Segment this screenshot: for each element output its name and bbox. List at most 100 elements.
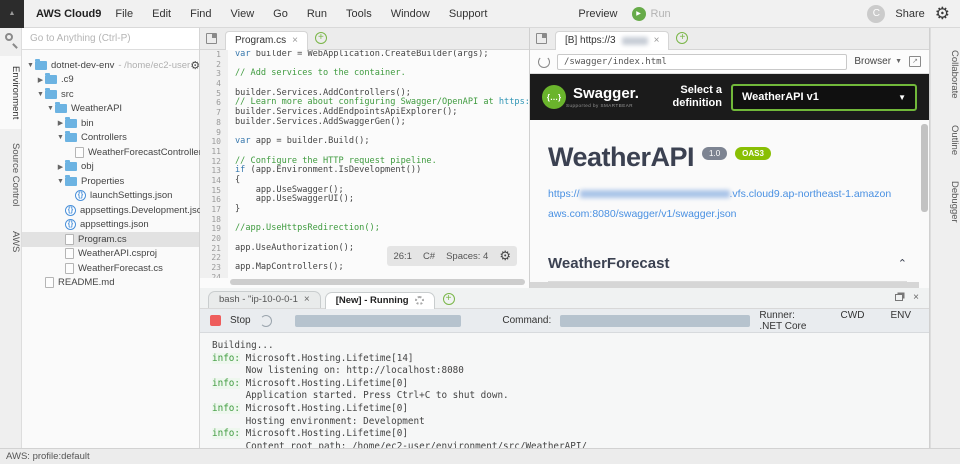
rail-tab-environment[interactable]: Environment xyxy=(0,56,21,130)
app-title[interactable]: AWS Cloud9 xyxy=(36,8,101,20)
aws-profile-status[interactable]: AWS: profile:default xyxy=(6,451,90,462)
settings-gear-icon[interactable]: ⚙ xyxy=(935,5,950,22)
reload-icon[interactable] xyxy=(538,55,550,68)
run-button[interactable]: ▶ Run xyxy=(631,6,671,21)
menu-tools[interactable]: Tools xyxy=(346,8,372,20)
tree-row-weatherapi-csproj[interactable]: WeatherAPI.csproj xyxy=(22,247,199,262)
terminal-tab--new-running[interactable]: [New] - Running xyxy=(324,292,435,309)
rail-tab-source-control[interactable]: Source Control xyxy=(0,133,21,216)
new-tab-button[interactable]: + xyxy=(314,32,327,44)
close-pane-icon[interactable]: × xyxy=(913,292,919,303)
line-number: 15 xyxy=(211,185,221,195)
browser-dropdown[interactable]: Browser ▼ xyxy=(854,56,902,67)
tree-row-bin[interactable]: ▶ bin xyxy=(22,116,199,131)
close-icon[interactable]: × xyxy=(304,294,310,305)
ide-corner-toggle[interactable]: ▲ xyxy=(0,0,24,28)
pane-layout-icon[interactable] xyxy=(206,33,217,44)
spec-url-link[interactable]: https://.vfs.cloud9.ap-northeast-1.amazo… xyxy=(548,185,893,225)
menu-run[interactable]: Run xyxy=(307,8,327,20)
tree-row-launchsettings-json[interactable]: {} launchSettings.json xyxy=(22,189,199,204)
status-bar: AWS: profile:default xyxy=(0,448,960,464)
rail-tab-collaborate[interactable]: Collaborate xyxy=(931,40,960,109)
definition-select[interactable]: WeatherAPI v1 ▼ xyxy=(731,83,917,111)
new-terminal-button[interactable]: + xyxy=(442,293,455,305)
tree-label: WeatherAPI.csproj xyxy=(78,248,158,260)
pane-layout-icon[interactable] xyxy=(536,33,547,44)
file-tree: ▼dotnet-dev-env- /home/ec2-user⚙▼▶.c9▼sr… xyxy=(22,50,214,291)
menu-preview[interactable]: Preview xyxy=(578,8,617,20)
tree-row-readme-md[interactable]: README.md xyxy=(22,276,199,291)
chevron-open-icon[interactable]: ▼ xyxy=(46,105,55,112)
rail-tab-outline[interactable]: Outline xyxy=(931,115,960,165)
menu-find[interactable]: Find xyxy=(190,8,211,20)
terminal-output[interactable]: Building... info: Microsoft.Hosting.Lifet… xyxy=(200,333,929,464)
stop-button[interactable]: Stop xyxy=(230,315,251,326)
goto-anything-input[interactable] xyxy=(22,33,199,44)
tree-row--c9[interactable]: ▶ .c9 xyxy=(22,73,199,88)
close-icon[interactable]: × xyxy=(292,35,298,46)
chevron-open-icon[interactable]: ▼ xyxy=(56,178,65,185)
tree-row-appsettings-json[interactable]: {} appsettings.json xyxy=(22,218,199,233)
code-text: var builder = WebApplication.CreateBuild… xyxy=(228,50,489,60)
chevron-up-icon[interactable]: ⌃ xyxy=(898,257,907,270)
cwd-button[interactable]: CWD xyxy=(841,310,865,332)
code-editor[interactable]: 1 var builder = WebApplication.CreateBuil… xyxy=(200,50,529,278)
chevron-closed-icon[interactable]: ▶ xyxy=(36,76,45,84)
menu-view[interactable]: View xyxy=(231,8,255,20)
editor-settings-gear-icon[interactable]: ⚙ xyxy=(499,248,511,264)
chevron-open-icon[interactable]: ▼ xyxy=(26,62,35,69)
editor-horizontal-scrollbar[interactable] xyxy=(230,279,525,285)
url-field[interactable]: /swagger/index.html xyxy=(557,53,848,70)
tree-row-weatherforecast-cs[interactable]: WeatherForecast.cs xyxy=(22,261,199,276)
tree-row-controllers[interactable]: ▼ Controllers xyxy=(22,131,199,146)
terminal-window-icons: × xyxy=(895,292,919,303)
line-number: 16 xyxy=(211,195,221,205)
weatherforecast-section-header[interactable]: WeatherForecast ⌃ xyxy=(548,255,907,282)
new-tab-button[interactable]: + xyxy=(676,32,689,44)
share-button[interactable]: Share xyxy=(895,8,924,20)
avatar[interactable]: C xyxy=(867,4,886,23)
cursor-position[interactable]: 26:1 xyxy=(393,251,412,262)
tree-row-properties[interactable]: ▼ Properties xyxy=(22,174,199,189)
menu-file[interactable]: File xyxy=(115,8,133,20)
popout-icon[interactable]: ↗ xyxy=(909,56,921,67)
tree-row-obj[interactable]: ▶ obj xyxy=(22,160,199,175)
tree-row-program-cs[interactable]: Program.cs xyxy=(22,232,199,247)
chevron-closed-icon[interactable]: ▶ xyxy=(56,119,65,127)
runner-toolbar: Stop Command: Runner: .NET Core CWD ENV xyxy=(200,309,929,333)
command-input[interactable] xyxy=(560,314,751,327)
env-button[interactable]: ENV xyxy=(890,310,911,332)
rail-tab-debugger[interactable]: Debugger xyxy=(931,171,960,233)
terminal-tab-bash-ip-10-0-0-1[interactable]: bash - "ip-10-0-0-1 × xyxy=(208,291,321,308)
code-token: // Learn more about configuring Swagger/… xyxy=(235,97,499,108)
chevron-closed-icon[interactable]: ▶ xyxy=(56,163,65,171)
chevron-open-icon[interactable]: ▼ xyxy=(36,91,45,98)
line-number: 11 xyxy=(211,146,221,156)
tree-row-dotnet-dev-env[interactable]: ▼dotnet-dev-env- /home/ec2-user⚙▼ xyxy=(22,58,207,73)
tree-row-weatherapi[interactable]: ▼ WeatherAPI xyxy=(22,102,199,117)
tab-program-cs[interactable]: Program.cs × xyxy=(225,31,308,50)
preview-vertical-scrollbar[interactable] xyxy=(921,124,928,212)
menu-support[interactable]: Support xyxy=(449,8,488,20)
syntax-mode[interactable]: C# xyxy=(423,251,435,262)
menu-window[interactable]: Window xyxy=(391,8,430,20)
redacted-blur xyxy=(621,36,648,45)
redacted-blur xyxy=(579,190,730,199)
menu-edit[interactable]: Edit xyxy=(152,8,171,20)
restore-pane-icon[interactable] xyxy=(895,294,904,301)
menu-go[interactable]: Go xyxy=(273,8,288,20)
tree-row-appsettings-development-json[interactable]: {} appsettings.Development.json xyxy=(22,203,207,218)
tree-row-weatherforecastcontroller-cs[interactable]: WeatherForecastController.cs xyxy=(22,145,214,160)
chevron-open-icon[interactable]: ▼ xyxy=(56,134,65,141)
restart-icon[interactable] xyxy=(259,314,272,327)
runner-selector[interactable]: Runner: .NET Core xyxy=(759,310,814,332)
tab-browser-preview[interactable]: [B] https://3 × xyxy=(555,31,670,50)
stop-icon[interactable] xyxy=(210,315,221,326)
tree-row-src[interactable]: ▼ src xyxy=(22,87,199,102)
close-icon[interactable]: × xyxy=(654,35,660,46)
tab-size[interactable]: Spaces: 4 xyxy=(446,251,488,262)
search-icon[interactable] xyxy=(0,28,22,52)
rail-tab-aws[interactable]: AWS xyxy=(0,221,21,262)
